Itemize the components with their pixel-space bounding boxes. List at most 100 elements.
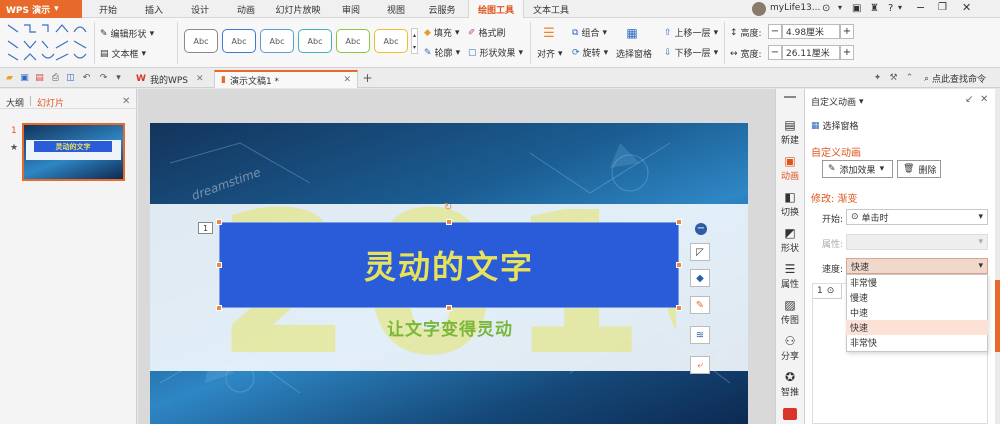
new-tab-icon[interactable]: + [362,71,373,85]
rotate-handle-icon[interactable]: ↻ [444,203,454,213]
save-icon[interactable]: ▣ [19,72,30,83]
selection-pane-icon[interactable]: ▦ [624,25,640,41]
layers-icon[interactable]: ≋ [690,326,710,344]
close-icon[interactable]: ✕ [122,96,130,107]
shape-style-preview[interactable]: Abc [298,29,332,53]
delete-button[interactable]: 🗑 删除 [897,160,941,178]
shape-gallery[interactable] [6,22,90,62]
tab-insert[interactable]: 插入 [138,0,170,18]
toolbox-icon[interactable] [783,408,797,420]
height-increment-button[interactable]: + [840,24,854,39]
chevron-up-icon[interactable]: ⌃ [904,72,915,83]
pin-icon[interactable]: ✦ [872,72,883,83]
doc-tab-home[interactable]: W 我的WPS ✕ [130,70,210,88]
resize-handle[interactable] [446,219,452,225]
shape-style-preview[interactable]: Abc [374,29,408,53]
sidebar-share-button[interactable]: ⚇ 分享 [775,330,805,366]
send-backward-button[interactable]: ⇩ 下移一层 ▾ [664,46,718,60]
close-icon[interactable]: ✕ [343,75,351,85]
print-preview-icon[interactable]: ◫ [65,72,76,83]
avatar[interactable] [752,2,766,16]
sidebar-properties-button[interactable]: ☰ 属性 [775,258,805,294]
speed-option[interactable]: 中速 [846,305,988,320]
help-icon[interactable]: ? [888,3,893,14]
shape-style-preview[interactable]: Abc [222,29,256,53]
scrollbar[interactable] [995,89,1000,424]
format-painter-button[interactable]: ✐ 格式刷 [468,26,506,40]
panel-title[interactable]: 自定义动画 ▾ [811,95,864,109]
resize-handle[interactable] [676,219,682,225]
tab-slides[interactable]: 幻灯片 [37,96,64,109]
rotate-button[interactable]: ⟳ 旋转 ▾ [572,46,608,60]
shape-style-icon[interactable]: ◸ [690,243,710,261]
fill-button[interactable]: ◆ 填充 ▾ [424,26,459,40]
shape-style-preview[interactable]: Abc [336,29,370,53]
tab-drawing-tools[interactable]: 绘图工具 [468,0,524,18]
selection-pane-link[interactable]: ▦ 选择窗格 [811,119,859,133]
outline-button[interactable]: ✎ 轮廓 ▾ [424,46,460,60]
chevron-down-icon[interactable]: ▾ [898,3,902,12]
tab-text-tools[interactable]: 文本工具 [526,0,576,18]
start-dropdown[interactable]: ⊙ 单击时 ▾ [846,209,988,225]
account-icon[interactable]: ⊙ [822,3,830,14]
resize-handle[interactable] [216,305,222,311]
resize-handle[interactable] [216,219,222,225]
group-button[interactable]: ⧉ 组合 ▾ [572,26,607,40]
redo-icon[interactable]: ↷ [98,72,109,83]
speed-dropdown[interactable]: 快速 ▾ [846,258,988,274]
app-menu-button[interactable]: WPS 演示 ▾ [0,0,82,18]
print-icon[interactable]: ⎙ [50,72,61,83]
sidebar-animation-button[interactable]: ▣ 动画 [775,150,805,186]
resize-handle[interactable] [676,262,682,268]
close-icon[interactable]: ✕ [980,94,988,105]
fill-color-icon[interactable]: ◆ [690,269,710,287]
collapse-bar-icon[interactable] [784,96,796,98]
shirt-icon[interactable]: ♜ [870,3,879,14]
open-folder-icon[interactable]: ▰ [4,72,15,83]
add-effect-button[interactable]: ✎ 添加效果 ▾ [822,160,893,178]
tab-design[interactable]: 设计 [184,0,216,18]
undock-icon[interactable]: ↙ [965,94,973,105]
collapse-icon[interactable]: − [695,223,707,235]
tab-outline[interactable]: 大纲 [6,96,24,109]
shape-style-preview[interactable]: Abc [260,29,294,53]
tools-icon[interactable]: ⚒ [888,72,899,83]
width-increment-button[interactable]: + [840,45,854,60]
textbox-button[interactable]: ▤ 文本框 ▾ [100,47,146,61]
edit-shape-button[interactable]: ✎ 编辑形状 ▾ [100,27,154,41]
align-icon[interactable]: ☰ [541,25,557,41]
outline-color-icon[interactable]: ✎ [690,296,710,314]
sidebar-smart-button[interactable]: ✪ 智推 [775,366,805,402]
slide-subtitle[interactable]: 让文字变得灵动 [320,313,580,341]
width-input[interactable]: 26.11厘米 [782,45,840,60]
height-decrement-button[interactable]: − [768,24,782,39]
undo-icon[interactable]: ↶ [81,72,92,83]
width-decrement-button[interactable]: − [768,45,782,60]
tab-view[interactable]: 视图 [380,0,412,18]
style-gallery-scroll[interactable]: ▴ ▾ [411,28,418,54]
chevron-down-icon[interactable]: ▾ [838,3,842,12]
slide[interactable]: 2010 dreamstime 1 灵动的文字 ↻ 让文字变得灵动 − ◸ ◆ … [150,123,748,424]
speed-option[interactable]: 非常慢 [846,275,988,290]
tab-home[interactable]: 开始 [92,0,124,18]
sidebar-shape-button[interactable]: ◩ 形状 [775,222,805,258]
tab-animation[interactable]: 动画 [230,0,262,18]
tab-review[interactable]: 审阅 [335,0,367,18]
restore-icon[interactable]: ❐ [938,2,947,13]
align-button[interactable]: 对齐 ▾ [537,47,563,61]
doc-tab-current[interactable]: ▮ 演示文稿1 * ✕ [214,70,358,88]
animation-order-tag[interactable]: 1 [198,222,213,234]
minimize-icon[interactable]: − [916,1,925,14]
search-command-box[interactable]: ⌕ 点此查找命令 [924,72,986,86]
chevron-down-icon[interactable]: ▾ [113,72,124,83]
close-icon[interactable]: ✕ [196,74,204,84]
text-wrap-icon[interactable]: ⤶ [690,356,710,374]
selection-pane-button[interactable]: 选择窗格 [616,47,652,60]
bring-forward-button[interactable]: ⇧ 上移一层 ▾ [664,26,718,40]
slide-thumbnail[interactable]: 灵动的文字 [22,123,125,181]
slide-title-textbox[interactable]: 灵动的文字 [219,222,679,308]
skin-icon[interactable]: ▣ [852,3,861,14]
user-name[interactable]: myLife13... [770,3,820,13]
shape-style-preview[interactable]: Abc [184,29,218,53]
sidebar-upload-button[interactable]: ▨ 传图 [775,294,805,330]
